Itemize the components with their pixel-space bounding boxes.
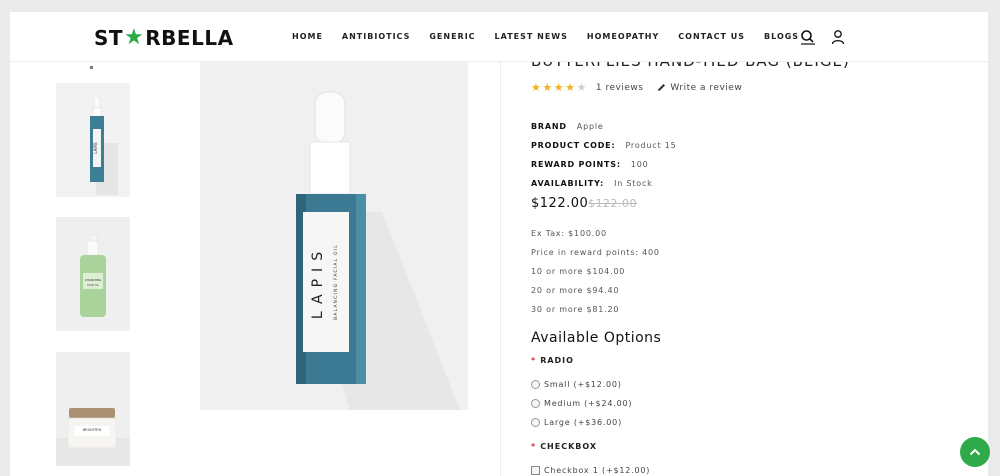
radio-option-label: Medium (+$24.00) [544, 399, 633, 408]
logo-text-right: RBELLA [145, 26, 234, 50]
rating-stars: ★ ★ ★ ★ ★ [531, 82, 587, 93]
nav-homeopathy[interactable]: HOMEOPATHY [587, 32, 659, 41]
checkbox-option-1[interactable]: Checkbox 1 (+$12.00) [531, 466, 650, 475]
write-review-label: Write a review [670, 82, 743, 93]
write-review-link[interactable]: Write a review [657, 83, 742, 93]
reviews-link[interactable]: 1 reviews [596, 83, 644, 93]
logo[interactable]: ST ★ RBELLA [94, 26, 234, 50]
thumbnail-3-label: BRIGHTEN [83, 428, 102, 432]
radio-button[interactable] [531, 418, 540, 427]
star-icon: ★ [565, 81, 576, 94]
main-nav: HOME ANTIBIOTICS GENERIC LATEST NEWS HOM… [292, 32, 799, 41]
radio-group-label: * RADIO [531, 356, 574, 365]
spec-value: In Stock [614, 179, 653, 188]
radio-option-label: Small (+$12.00) [544, 380, 622, 389]
nav-generic[interactable]: GENERIC [429, 32, 475, 41]
nav-latest-news[interactable]: LATEST NEWS [495, 32, 568, 41]
star-icon: ★ [531, 81, 542, 94]
chevron-up-icon [969, 448, 981, 456]
thumb-arrow-indicator [90, 66, 93, 69]
radio-label-text: RADIO [540, 356, 574, 365]
radio-option-large[interactable]: Large (+$36.00) [531, 418, 622, 427]
spec-label: PRODUCT CODE: [531, 141, 616, 150]
thumbnail-1-label: LAPIS [93, 142, 98, 154]
star-icon: ★ [542, 81, 553, 94]
reward-price: Price in reward points: 400 [531, 248, 660, 257]
column-divider [500, 62, 501, 476]
main-product-photo: LAPIS BALANCING FACIAL OIL [200, 62, 468, 410]
nav-home[interactable]: HOME [292, 32, 323, 41]
main-product-image[interactable]: LAPIS BALANCING FACIAL OIL [200, 62, 468, 410]
search-icon[interactable] [800, 29, 816, 45]
checkbox[interactable] [531, 466, 540, 475]
discount-line: 30 or more $81.20 [531, 305, 620, 314]
radio-option-label: Large (+$36.00) [544, 418, 622, 427]
thumbnail-2-sublabel: ROSE OIL [87, 283, 99, 287]
spec-brand: BRAND Apple [531, 122, 604, 131]
thumbnail-3-image: BRIGHTEN [56, 352, 130, 466]
account-icon[interactable] [830, 29, 846, 45]
spec-label: AVAILABILITY: [531, 179, 605, 188]
star-empty-icon: ★ [576, 81, 587, 94]
required-asterisk: * [531, 356, 537, 365]
spec-reward-points: REWARD POINTS: 100 [531, 160, 649, 169]
spec-value: Product 15 [625, 141, 677, 150]
checkbox-option-label: Checkbox 1 (+$12.00) [544, 466, 651, 475]
scroll-to-top-button[interactable] [960, 437, 990, 467]
nav-blogs[interactable]: BLOGS [764, 32, 799, 41]
required-asterisk: * [531, 442, 537, 451]
checkbox-group-label: * CHECKBOX [531, 442, 597, 451]
page: ST ★ RBELLA HOME ANTIBIOTICS GENERIC LATES… [10, 12, 988, 476]
nav-contact-us[interactable]: CONTACT US [678, 32, 745, 41]
spec-availability: AVAILABILITY: In Stock [531, 179, 653, 188]
checkbox-label-text: CHECKBOX [540, 442, 598, 451]
pencil-icon [658, 84, 666, 91]
nav-antibiotics[interactable]: ANTIBIOTICS [342, 32, 410, 41]
thumbnail-3[interactable]: BRIGHTEN [56, 352, 130, 466]
spec-product-code: PRODUCT CODE: Product 15 [531, 141, 677, 150]
available-options-title: Available Options [531, 330, 662, 346]
discount-line: 20 or more $94.40 [531, 286, 620, 295]
thumbnail-2-label: CHARMING [85, 278, 102, 282]
thumbnail-1-image: LAPIS [56, 83, 130, 197]
spec-label: REWARD POINTS: [531, 160, 621, 169]
discount-line: 10 or more $104.00 [531, 267, 626, 276]
logo-text-left: ST [94, 26, 124, 50]
spec-label: BRAND [531, 122, 567, 131]
main-bottle-label: LAPIS [310, 245, 326, 319]
radio-button[interactable] [531, 380, 540, 389]
product-rating: ★ ★ ★ ★ ★ 1 reviews Write a review [531, 82, 742, 93]
product-price: $122.00 [531, 196, 589, 211]
spec-value: 100 [630, 160, 649, 169]
main-bottle-sublabel: BALANCING FACIAL OIL [333, 244, 339, 320]
old-price: $122.00 [588, 197, 637, 210]
radio-option-small[interactable]: Small (+$12.00) [531, 380, 622, 389]
radio-button[interactable] [531, 399, 540, 408]
logo-star-icon: ★ [124, 25, 145, 50]
thumbnail-2-image: CHARMING ROSE OIL [56, 217, 130, 331]
brand-value[interactable]: Apple [577, 122, 604, 131]
site-header: ST ★ RBELLA HOME ANTIBIOTICS GENERIC LATES… [10, 12, 988, 62]
thumbnail-1[interactable]: LAPIS [56, 83, 130, 197]
thumbnail-2[interactable]: CHARMING ROSE OIL [56, 217, 130, 331]
ex-tax: Ex Tax: $100.00 [531, 229, 607, 238]
star-icon: ★ [553, 81, 565, 94]
radio-option-medium[interactable]: Medium (+$24.00) [531, 399, 632, 408]
